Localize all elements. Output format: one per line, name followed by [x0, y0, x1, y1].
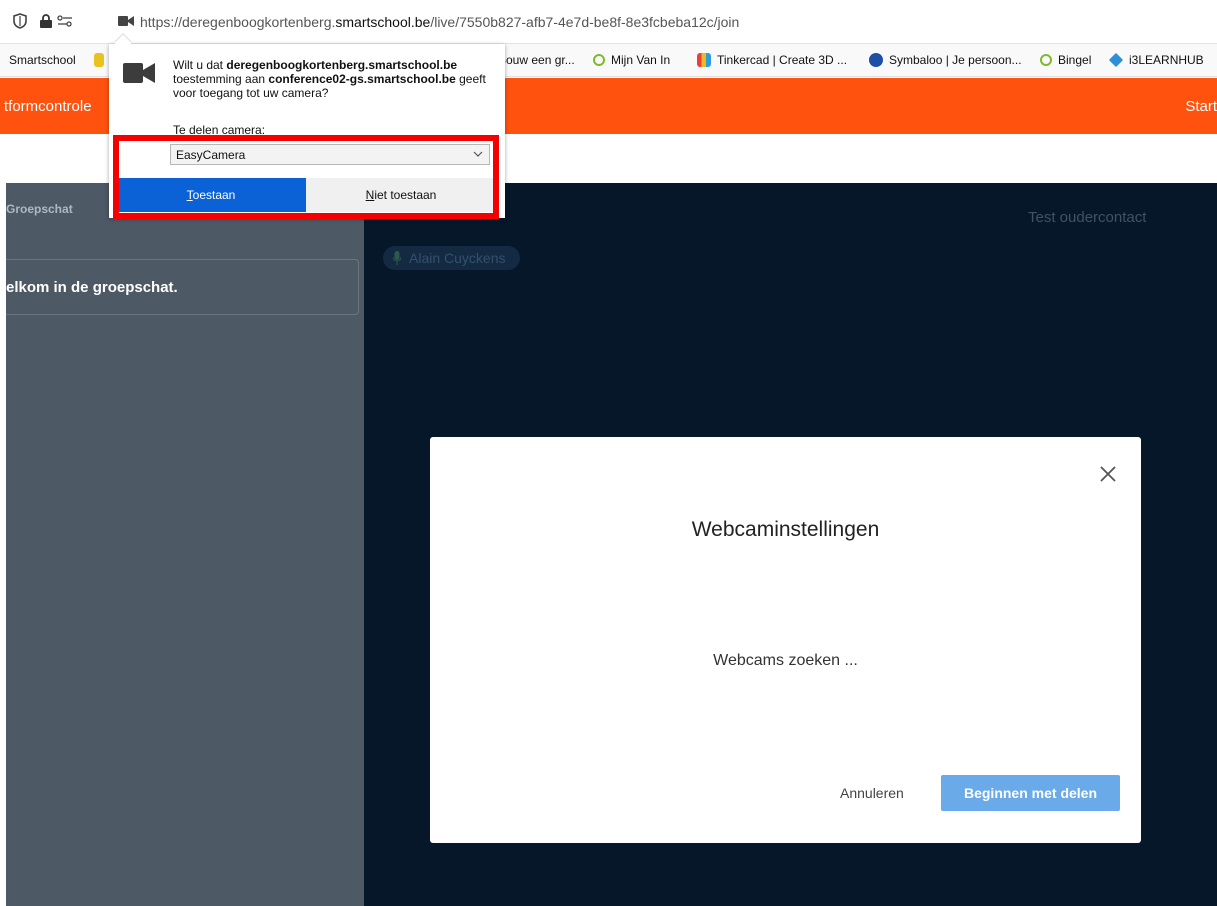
shield-icon[interactable] — [13, 13, 27, 29]
symbaloo-icon — [869, 53, 883, 67]
chevron-down-icon — [473, 151, 483, 157]
start-sharing-button[interactable]: Beginnen met delen — [941, 775, 1120, 811]
header-start-link[interactable]: Start — [1185, 98, 1217, 115]
bookmark-icon — [94, 53, 104, 67]
lock-icon[interactable] — [39, 13, 53, 29]
camera-permission-icon[interactable] — [118, 15, 134, 27]
diamond-icon — [1108, 52, 1124, 68]
tinkercad-icon — [697, 53, 711, 67]
session-title: Test oudercontact — [1028, 209, 1147, 226]
webcam-settings-modal: Webcaminstellingen Webcams zoeken ... An… — [430, 437, 1141, 843]
deny-button[interactable]: Niet toestaan — [306, 178, 496, 212]
bookmark-i3learnhub[interactable]: i3LEARNHUB — [1108, 52, 1204, 68]
allow-button[interactable]: Toestaan — [116, 178, 306, 212]
bookmark-bouw[interactable]: Bouw een gr... — [498, 53, 575, 67]
permissions-icon[interactable] — [57, 14, 73, 28]
close-icon[interactable] — [1099, 465, 1117, 483]
book-icon — [1040, 54, 1052, 66]
chat-welcome-message: elkom in de groepschat. — [6, 259, 359, 315]
bookmark-bingel[interactable]: Bingel — [1040, 53, 1091, 67]
camera-select[interactable]: EasyCamera — [170, 144, 490, 165]
bookmark-partial[interactable] — [94, 53, 104, 67]
camera-permission-popup: Wilt u dat deregenboogkortenberg.smartsc… — [109, 34, 505, 218]
bookmark-symbaloo[interactable]: Symbaloo | Je persoon... — [869, 53, 1022, 67]
url-bar: https://deregenboogkortenberg.smartschoo… — [0, 0, 1217, 44]
camera-select-value: EasyCamera — [176, 148, 246, 162]
book-icon — [593, 54, 605, 66]
bookmark-mijn-van-in[interactable]: Mijn Van In — [593, 53, 670, 67]
microphone-icon — [393, 251, 401, 265]
chat-title: Groepschat — [6, 202, 73, 216]
bookmark-smartschool[interactable]: Smartschool — [9, 53, 76, 67]
cancel-button[interactable]: Annuleren — [840, 785, 904, 801]
header-left-text[interactable]: tformcontrole — [4, 98, 92, 115]
modal-title: Webcaminstellingen — [691, 518, 880, 541]
camera-icon — [123, 63, 155, 83]
participant-badge[interactable]: Alain Cuyckens — [383, 246, 520, 270]
bookmark-tinkercad[interactable]: Tinkercad | Create 3D ... — [697, 53, 847, 67]
share-camera-label: Te delen camera: — [173, 123, 266, 137]
welcome-text: elkom in de groepschat. — [6, 279, 178, 296]
permission-message: Wilt u dat deregenboogkortenberg.smartsc… — [173, 58, 486, 100]
group-chat-panel: Groepschat elkom in de groepschat. — [6, 183, 364, 906]
url-text[interactable]: https://deregenboogkortenberg.smartschoo… — [140, 14, 739, 30]
webcam-search-status: Webcams zoeken ... — [713, 652, 858, 669]
participant-name: Alain Cuyckens — [409, 250, 506, 266]
